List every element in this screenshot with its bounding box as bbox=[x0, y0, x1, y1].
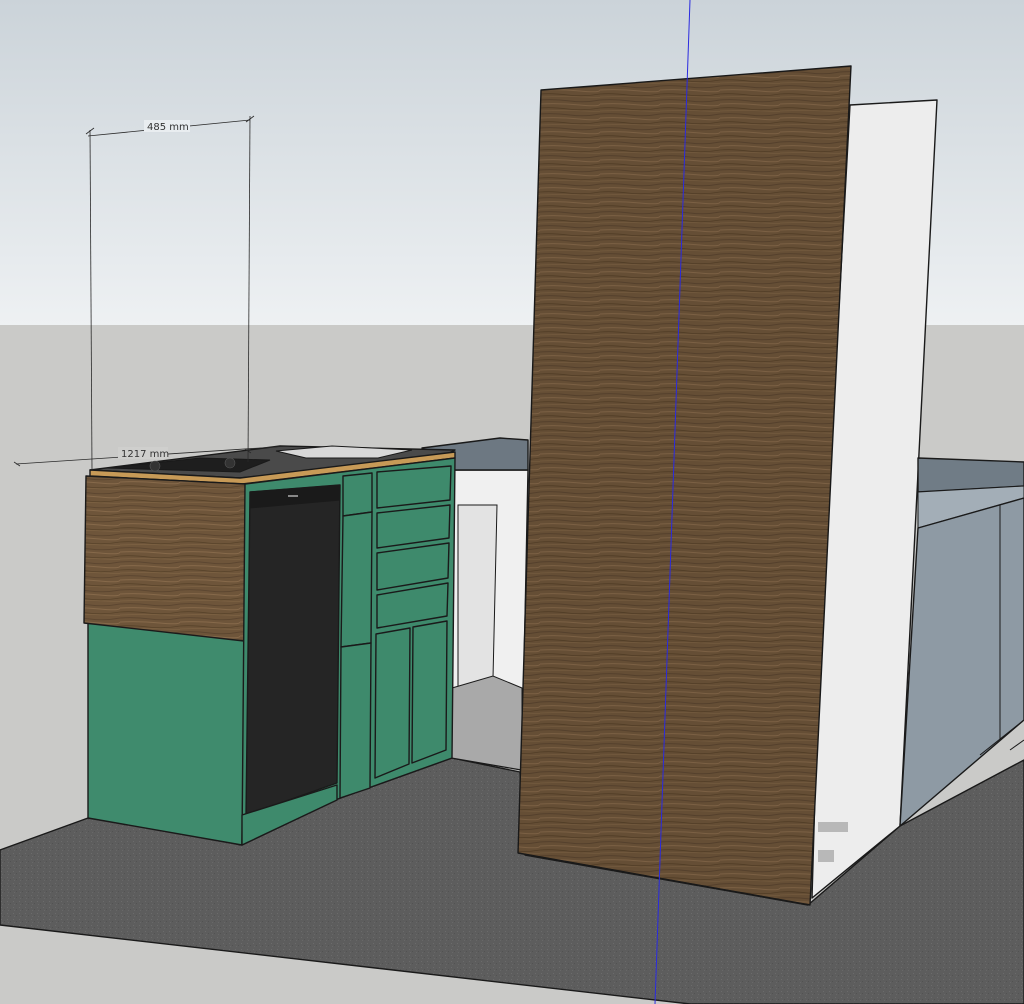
dimension-length-label: 1217 mm bbox=[121, 449, 169, 460]
floor-marker bbox=[818, 850, 834, 862]
narrow-drawer-bottom[interactable] bbox=[339, 642, 372, 799]
recess-floor bbox=[451, 675, 523, 771]
fridge-door[interactable] bbox=[245, 484, 341, 816]
sketchup-viewport[interactable]: 485 mm 1217 mm bbox=[0, 0, 1024, 1004]
cupboard-door-right[interactable] bbox=[411, 620, 448, 764]
burner-icon bbox=[149, 460, 161, 472]
back-wall-recess bbox=[457, 504, 498, 689]
drawer-1[interactable] bbox=[376, 465, 452, 509]
narrow-drawer-middle[interactable] bbox=[340, 511, 373, 648]
tall-wood-panel-shade bbox=[518, 66, 851, 905]
burner-icon bbox=[224, 457, 236, 469]
narrow-drawer-top[interactable] bbox=[342, 472, 373, 517]
fold-down-wood-panel[interactable] bbox=[83, 475, 247, 642]
3d-model-canvas[interactable]: 485 mm 1217 mm bbox=[0, 0, 1024, 1004]
fridge-logo bbox=[288, 495, 298, 497]
cabinet-side-panel[interactable] bbox=[87, 621, 246, 846]
dimension-width-label: 485 mm bbox=[147, 122, 189, 133]
floor-marker bbox=[818, 822, 848, 832]
cupboard-door-left[interactable] bbox=[374, 627, 411, 779]
